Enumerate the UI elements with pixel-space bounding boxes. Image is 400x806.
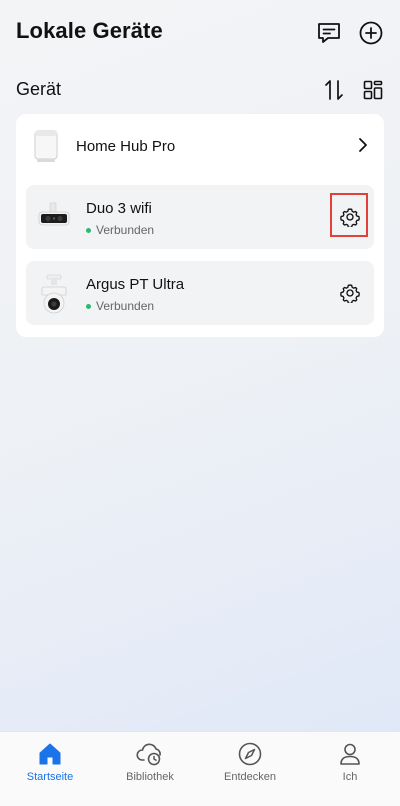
highlight-box xyxy=(330,193,368,237)
status-dot xyxy=(86,303,91,309)
message-icon[interactable] xyxy=(315,19,343,47)
home-icon xyxy=(36,740,64,768)
device-row-duo-3-wifi[interactable]: Duo 3 wifi Verbunden xyxy=(26,185,374,249)
bottom-tab-bar: Startseite Bibliothek Entdecken Ich xyxy=(0,731,400,806)
grid-view-icon[interactable] xyxy=(361,78,385,102)
status-text: Verbunden xyxy=(96,299,155,313)
tab-label: Ich xyxy=(342,771,358,783)
tab-entdecken[interactable]: Entdecken xyxy=(200,732,300,806)
add-circle-icon[interactable] xyxy=(357,19,385,47)
device-name: Argus PT Ultra xyxy=(86,276,185,293)
status-dot xyxy=(86,227,91,233)
section-title: Gerät xyxy=(16,79,62,99)
device-row-argus-pt-ultra[interactable]: Argus PT Ultra Verbunden xyxy=(26,261,374,325)
tab-label: Startseite xyxy=(26,771,74,783)
page-title: Lokale Geräte xyxy=(16,18,163,43)
device-list-card: Home Hub Pro Duo 3 wifi Verbunden Argus … xyxy=(16,114,384,337)
hub-name: Home Hub Pro xyxy=(76,138,176,155)
camera-image xyxy=(36,197,72,237)
tab-bibliothek[interactable]: Bibliothek xyxy=(100,732,200,806)
person-icon xyxy=(336,740,364,768)
tab-label: Entdecken xyxy=(224,771,276,783)
device-status: Verbunden xyxy=(86,223,154,237)
sort-icon[interactable] xyxy=(322,78,346,102)
hub-device-image xyxy=(32,128,60,164)
top-bar: Lokale Geräte xyxy=(0,0,400,70)
device-status: Verbunden xyxy=(86,299,154,313)
chevron-right-icon xyxy=(354,136,372,154)
cloud-clock-icon xyxy=(136,740,164,768)
device-name: Duo 3 wifi xyxy=(86,200,152,217)
status-text: Verbunden xyxy=(96,223,155,237)
tab-ich[interactable]: Ich xyxy=(300,732,400,806)
hub-row[interactable]: Home Hub Pro xyxy=(16,114,384,178)
settings-gear-icon[interactable] xyxy=(340,283,360,305)
compass-icon xyxy=(236,740,264,768)
tab-label: Bibliothek xyxy=(126,771,174,783)
tab-startseite[interactable]: Startseite xyxy=(0,732,100,806)
camera-image xyxy=(36,273,72,314)
